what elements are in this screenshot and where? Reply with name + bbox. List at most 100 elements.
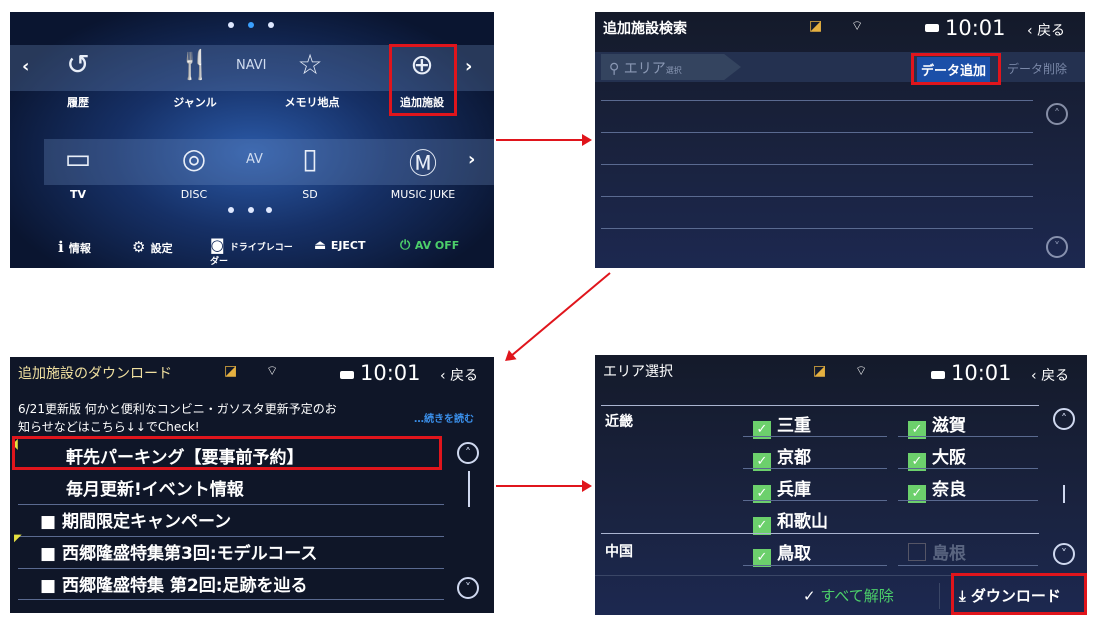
eject-button[interactable]: ⏏ EJECT: [314, 238, 366, 253]
pref-checkbox[interactable]: 島根: [908, 539, 966, 564]
highlight-box: [951, 573, 1087, 615]
pref-checkbox[interactable]: ✓ 和歌山: [753, 507, 828, 535]
settings-button[interactable]: ⚙ 設定: [132, 238, 173, 256]
av-off-button[interactable]: ⏻ AV OFF: [400, 238, 459, 253]
mail-icon: [931, 371, 945, 379]
restaurant-icon[interactable]: 🍴: [170, 48, 220, 81]
pref-label: 鳥取: [777, 544, 811, 564]
scrollbar[interactable]: [468, 471, 470, 507]
pref-checkbox[interactable]: ✓ 大阪: [908, 443, 966, 471]
divider: [601, 228, 1033, 229]
back-label: 戻る: [1037, 23, 1066, 39]
history-icon[interactable]: ↺: [58, 48, 98, 81]
music-juke-icon[interactable]: Ⓜ: [405, 142, 441, 182]
next-arrow-icon[interactable]: ›: [468, 149, 475, 170]
pref-label: 兵庫: [777, 480, 811, 500]
pref-label: 大阪: [932, 448, 966, 468]
info-button[interactable]: ℹ 情報: [58, 238, 91, 256]
pref-checkbox[interactable]: ✓ 三重: [753, 411, 811, 439]
pref-checkbox[interactable]: ✓ 兵庫: [753, 475, 811, 503]
divider: [939, 583, 940, 609]
divider: [743, 436, 887, 437]
clear-all-label: すべて解除: [820, 587, 894, 605]
pref-checkbox[interactable]: ✓ 滋賀: [908, 411, 966, 439]
gear-icon: ⚙: [132, 238, 151, 256]
list-item[interactable]: ■ 西郷隆盛特集 第2回:足跡を辿る: [40, 571, 308, 596]
scroll-down-icon[interactable]: ˅: [457, 577, 479, 599]
notice-line: 知らせなどはこちら↓↓でCheck!: [18, 420, 200, 434]
screen-title: 追加施設検索: [603, 21, 687, 37]
power-icon: ⏻: [400, 238, 415, 253]
back-button[interactable]: ‹ 戻る: [440, 365, 478, 385]
folder-icon: ■: [40, 512, 62, 532]
pref-label: 京都: [777, 448, 811, 468]
scroll-up-icon[interactable]: ˄: [1053, 408, 1075, 430]
prev-arrow-icon[interactable]: ‹: [22, 56, 29, 77]
disc-icon[interactable]: ◎: [174, 142, 214, 175]
drive-recorder-button[interactable]: ◙ ドライブレコーダー: [210, 236, 300, 267]
area-tab[interactable]: ⚲ エリア選択: [601, 54, 741, 80]
sd-card-icon[interactable]: ▯: [292, 142, 328, 175]
scroll-up-icon[interactable]: ˄: [457, 442, 479, 464]
pref-checkbox[interactable]: ✓ 奈良: [908, 475, 966, 503]
menu-screen: ‹ › NAVI ↺ 履歴 🍴 ジャンル ☆ メモリ地点 ⊕ 追加施設 AV ›…: [10, 12, 494, 268]
list-item[interactable]: ■ 期間限定キャンペーン: [40, 507, 231, 532]
navi-item-memory-point[interactable]: メモリ地点: [272, 94, 352, 110]
av-label: AV: [246, 152, 263, 167]
av-item-music-juke[interactable]: MUSIC JUKE: [380, 188, 466, 201]
scroll-up-icon[interactable]: ˄: [1046, 103, 1068, 125]
back-button[interactable]: ‹ 戻る: [1031, 365, 1069, 385]
flow-arrow: [496, 480, 592, 492]
divider: [601, 533, 1039, 534]
av-item-disc[interactable]: DISC: [168, 188, 220, 201]
wifi-icon: ⌔: [855, 364, 868, 379]
mail-icon: [340, 371, 354, 379]
navi-item-genre[interactable]: ジャンル: [160, 94, 230, 110]
list-item[interactable]: 毎月更新!イベント情報: [66, 475, 244, 500]
highlight-box: [389, 44, 457, 116]
status-icon: ◪: [809, 18, 823, 34]
av-item-tv[interactable]: TV: [58, 188, 98, 201]
navi-item-history[interactable]: 履歴: [50, 94, 106, 110]
star-icon[interactable]: ☆: [290, 48, 330, 81]
mail-icon: [925, 24, 939, 32]
scrollbar[interactable]: [1063, 485, 1065, 503]
clear-all-button[interactable]: ✓ すべて解除: [803, 585, 894, 606]
list-item-label: 西郷隆盛特集 第2回:足跡を辿る: [61, 576, 308, 596]
flow-arrow: [496, 134, 592, 146]
back-label: 戻る: [450, 368, 479, 384]
scroll-down-icon[interactable]: ˅: [1046, 236, 1068, 258]
divider: [18, 536, 444, 537]
divider: [898, 500, 1038, 501]
divider: [743, 500, 887, 501]
back-button[interactable]: ‹ 戻る: [1027, 20, 1065, 40]
pref-checkbox[interactable]: ✓ 京都: [753, 443, 811, 471]
page-dot: [248, 207, 254, 213]
drive-recorder-icon: ◙: [210, 236, 230, 254]
divider: [18, 568, 444, 569]
screen-title: エリア選択: [603, 364, 673, 380]
divider: [898, 565, 1038, 566]
divider: [601, 100, 1033, 101]
page-dot: [228, 22, 234, 28]
list-item-label: 期間限定キャンペーン: [61, 512, 232, 532]
delete-data-button[interactable]: データ削除: [1007, 60, 1067, 77]
status-icon: ◪: [224, 363, 238, 379]
scroll-down-icon[interactable]: ˅: [1053, 543, 1075, 565]
tv-icon[interactable]: ▭: [58, 142, 98, 175]
area-sub-label: 選択: [665, 66, 682, 75]
list-item[interactable]: ■ 西郷隆盛特集第3回:モデルコース: [40, 539, 317, 564]
download-screen: 追加施設のダウンロード ◪ ⌔ 10:01 ‹ 戻る 6/21更新版 何かと便利…: [10, 357, 494, 613]
next-arrow-icon[interactable]: ›: [465, 56, 472, 77]
status-icon: ◪: [813, 363, 827, 379]
read-more-link[interactable]: …続きを読む: [414, 410, 474, 425]
highlight-box: [12, 436, 442, 470]
settings-label: 設定: [150, 242, 173, 255]
area-select-screen: エリア選択 ◪ ⌔ 10:01 ‹ 戻る 近畿 ✓ 三重 ✓ 滋賀 ✓ 京都 ✓ 大阪 …: [595, 355, 1087, 615]
info-label: 情報: [68, 242, 91, 255]
av-item-sd[interactable]: SD: [292, 188, 328, 201]
divider: [601, 196, 1033, 197]
pref-checkbox[interactable]: ✓ 鳥取: [753, 539, 811, 567]
divider: [18, 599, 444, 600]
header: エリア選択 ◪ ⌔ 10:01 ‹ 戻る: [595, 355, 1087, 391]
